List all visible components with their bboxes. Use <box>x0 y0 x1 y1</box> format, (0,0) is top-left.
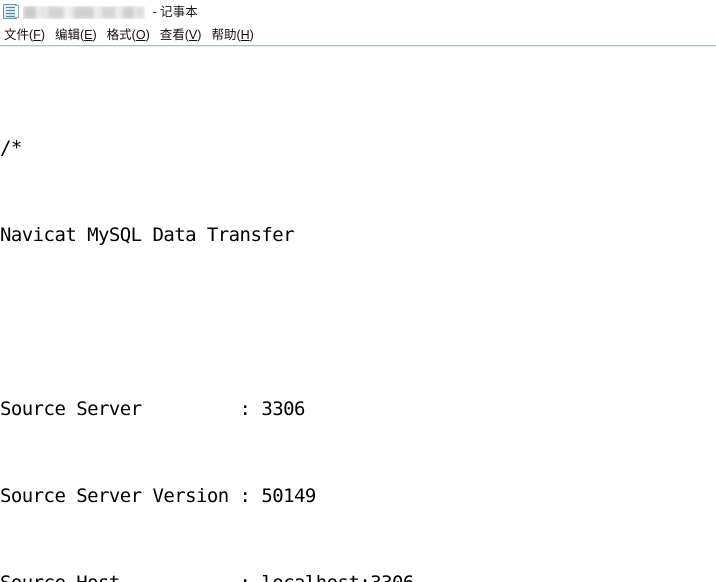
window-title-suffix: - 记事本 <box>149 5 198 19</box>
text-line <box>0 308 716 337</box>
notepad-window: - 记事本 文件(F) 编辑(E) 格式(O) 查看(V) 帮助(H) /* N… <box>0 0 716 582</box>
menu-item-file-accel: F <box>33 28 41 42</box>
document-text: /* Navicat MySQL Data Transfer Source Se… <box>0 47 716 582</box>
menu-item-view-label: 查看( <box>159 28 189 42</box>
menu-item-file-paren: ) <box>40 28 45 42</box>
menu-item-view-paren: ) <box>197 28 202 42</box>
menu-item-file[interactable]: 文件(F) <box>0 26 51 45</box>
menu-item-format-paren: ) <box>145 28 150 42</box>
menu-item-edit-accel: E <box>84 28 93 42</box>
title-bar: - 记事本 <box>0 0 716 24</box>
menu-item-format-accel: O <box>135 28 146 42</box>
menu-item-help-label: 帮助( <box>211 28 241 42</box>
menu-item-help[interactable]: 帮助(H) <box>207 26 259 45</box>
text-line: Navicat MySQL Data Transfer <box>0 224 295 246</box>
text-line: Source Host : localhost:3306 <box>0 569 716 582</box>
text-editor-area[interactable]: /* Navicat MySQL Data Transfer Source Se… <box>0 47 716 582</box>
text-line: Source Server : 3306 <box>0 398 305 420</box>
menu-item-edit-paren: ) <box>92 28 97 42</box>
menu-item-edit[interactable]: 编辑(E) <box>51 26 103 45</box>
menu-item-help-paren: ) <box>249 28 254 42</box>
menu-item-format-label: 格式( <box>106 28 136 42</box>
menu-item-edit-label: 编辑( <box>54 28 85 42</box>
menu-item-view[interactable]: 查看(V) <box>156 26 208 45</box>
text-line: /* <box>0 137 22 159</box>
window-title-redacted <box>23 5 145 19</box>
menu-item-format[interactable]: 格式(O) <box>103 26 156 45</box>
menu-item-view-accel: V <box>188 28 198 42</box>
menu-bar: 文件(F) 编辑(E) 格式(O) 查看(V) 帮助(H) <box>0 26 716 45</box>
menu-item-file-label: 文件( <box>4 28 34 42</box>
menu-item-help-accel: H <box>240 28 250 42</box>
text-line: Source Server Version : 50149 <box>0 485 316 507</box>
notepad-document-icon <box>2 4 19 20</box>
